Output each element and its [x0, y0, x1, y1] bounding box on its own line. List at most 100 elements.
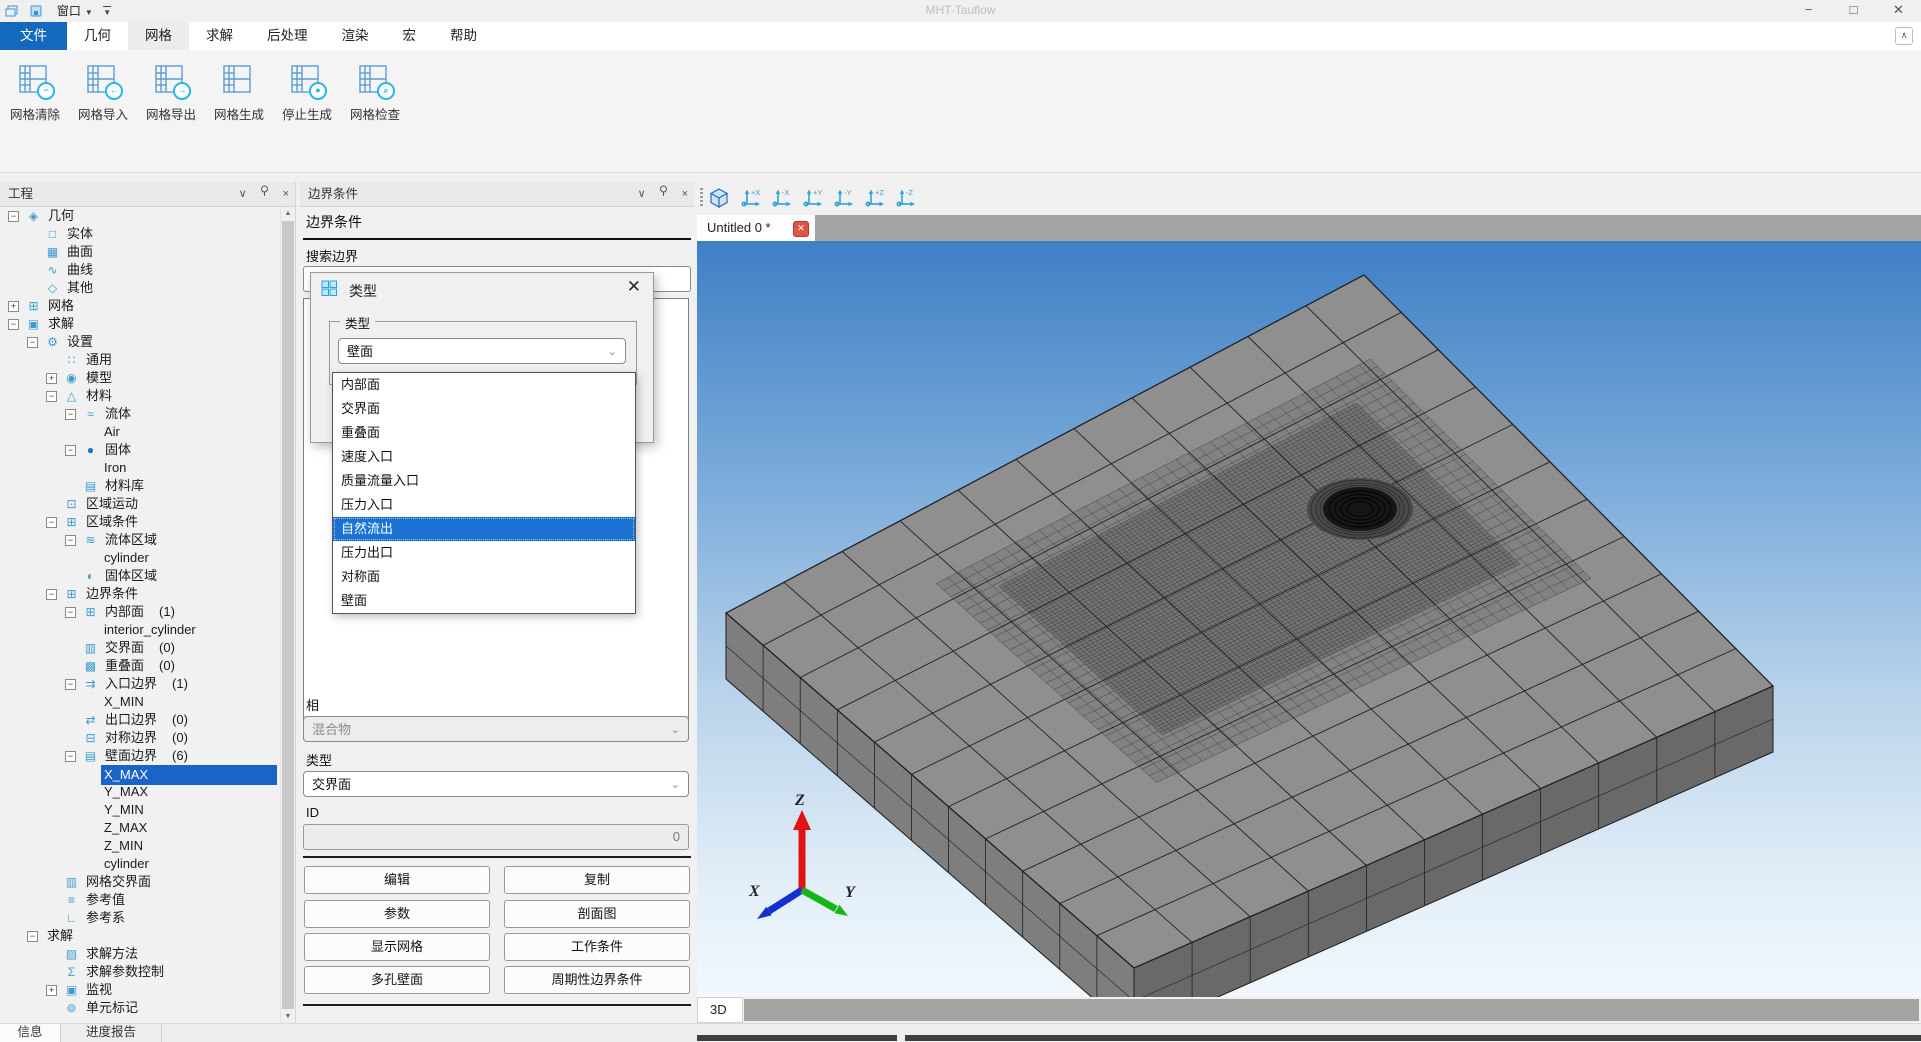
- tree-item[interactable]: ∿曲线: [0, 261, 281, 279]
- tree-item[interactable]: −▤壁面边界(6): [0, 747, 281, 765]
- type-dropdown[interactable]: 壁面 ⌄: [338, 338, 626, 364]
- tree-expander-minus[interactable]: −: [65, 535, 76, 546]
- toolbar-drag-handle[interactable]: [700, 188, 703, 208]
- tree-item[interactable]: ▥交界面(0): [0, 639, 281, 657]
- tree-item[interactable]: Y_MAX: [0, 783, 281, 801]
- tree-item[interactable]: ⇄出口边界(0): [0, 711, 281, 729]
- tree-item[interactable]: ∟参考系: [0, 909, 281, 927]
- tree-expander-minus[interactable]: −: [65, 751, 76, 762]
- 工作条件-button[interactable]: 工作条件: [504, 933, 690, 961]
- type-option[interactable]: 质量流量入口: [333, 469, 635, 493]
- minimize-button[interactable]: −: [1786, 0, 1831, 22]
- tree-item[interactable]: −⊞内部面(1): [0, 603, 281, 621]
- 网格清除-button[interactable]: −网格清除: [2, 64, 68, 123]
- panel-collapse-icon[interactable]: ∨: [638, 183, 646, 205]
- tree-item[interactable]: −⚙设置: [0, 333, 281, 351]
- menu-item-求解[interactable]: 求解: [189, 22, 250, 50]
- tree-item[interactable]: Z_MIN: [0, 837, 281, 855]
- tree-expander-minus[interactable]: −: [65, 409, 76, 420]
- tree-item[interactable]: Y_MIN: [0, 801, 281, 819]
- tree-expander-plus[interactable]: +: [46, 985, 57, 996]
- view-+Y-button[interactable]: +Y: [801, 186, 828, 214]
- tree-item[interactable]: ▩重叠面(0): [0, 657, 281, 675]
- tree-expander-minus[interactable]: −: [8, 211, 19, 222]
- tree-item[interactable]: −⊞区域条件: [0, 513, 281, 531]
- tree-item[interactable]: Iron: [0, 459, 281, 477]
- isometric-view-icon[interactable]: [707, 186, 731, 215]
- viewport-tab[interactable]: Untitled 0 * ✕: [697, 215, 815, 241]
- menu-item-文件[interactable]: 文件: [0, 22, 67, 50]
- type-option[interactable]: 交界面: [333, 397, 635, 421]
- tree-item[interactable]: ▨求解方法: [0, 945, 281, 963]
- 网格生成-button[interactable]: 网格生成: [206, 64, 272, 123]
- panel-close-icon[interactable]: ×: [283, 183, 289, 205]
- menu-item-网格[interactable]: 网格: [128, 22, 189, 50]
- scroll-down-icon[interactable]: ▼: [281, 1010, 295, 1023]
- tree-expander-minus[interactable]: −: [46, 391, 57, 402]
- type-option[interactable]: 自然流出: [333, 517, 635, 541]
- menu-item-宏[interactable]: 宏: [386, 22, 434, 50]
- 网格导出-button[interactable]: →网格导出: [138, 64, 204, 123]
- 停止生成-button[interactable]: ●停止生成: [274, 64, 340, 123]
- phase-combobox[interactable]: 混合物⌄: [303, 716, 689, 742]
- 编辑-button[interactable]: 编辑: [304, 866, 490, 894]
- 多孔壁面-button[interactable]: 多孔壁面: [304, 966, 490, 994]
- tree-item[interactable]: ⊚单元标记: [0, 999, 281, 1017]
- 复制-button[interactable]: 复制: [504, 866, 690, 894]
- type-option[interactable]: 壁面: [333, 589, 635, 613]
- type-option[interactable]: 对称面: [333, 565, 635, 589]
- panel-pin-icon[interactable]: [260, 183, 269, 205]
- render-canvas[interactable]: ZXY: [697, 241, 1921, 997]
- scrollbar-thumb[interactable]: [282, 221, 294, 1009]
- tree-item[interactable]: ∷通用: [0, 351, 281, 369]
- tree-item[interactable]: −◈几何: [0, 207, 281, 225]
- tree-expander-minus[interactable]: −: [27, 337, 38, 348]
- view--Z-button[interactable]: -Z: [894, 186, 921, 214]
- tree-item[interactable]: cylinder: [0, 855, 281, 873]
- view-3d-tab[interactable]: 3D: [697, 997, 743, 1023]
- tree-item[interactable]: ▦曲面: [0, 243, 281, 261]
- tree-item[interactable]: Air: [0, 423, 281, 441]
- tree-item[interactable]: □实体: [0, 225, 281, 243]
- horizontal-scrollbar[interactable]: [744, 999, 1919, 1021]
- id-field[interactable]: 0: [303, 824, 689, 850]
- menu-item-渲染[interactable]: 渲染: [325, 22, 386, 50]
- menu-item-后处理[interactable]: 后处理: [250, 22, 325, 50]
- tree-item[interactable]: ▥网格交界面: [0, 873, 281, 891]
- tree-expander-plus[interactable]: +: [8, 301, 19, 312]
- tree-item[interactable]: −求解: [0, 927, 281, 945]
- tree-item[interactable]: ⊟对称边界(0): [0, 729, 281, 747]
- view-+Z-button[interactable]: +Z: [863, 186, 890, 214]
- panel-collapse-icon[interactable]: ∨: [239, 183, 247, 205]
- 周期性边界条件-button[interactable]: 周期性边界条件: [504, 966, 690, 994]
- project-tree-scrollbar[interactable]: ▲ ▼: [280, 207, 295, 1023]
- tree-expander-minus[interactable]: −: [8, 319, 19, 330]
- tree-item[interactable]: ≡参考值: [0, 891, 281, 909]
- tree-expander-plus[interactable]: +: [46, 373, 57, 384]
- tree-expander-minus[interactable]: −: [65, 607, 76, 618]
- tab-info[interactable]: 信息: [0, 1024, 61, 1042]
- panel-pin-icon[interactable]: [659, 183, 668, 205]
- tree-item[interactable]: ▤材料库: [0, 477, 281, 495]
- type-option[interactable]: 压力出口: [333, 541, 635, 565]
- type-option[interactable]: 内部面: [333, 373, 635, 397]
- tree-item[interactable]: −△材料: [0, 387, 281, 405]
- tree-item[interactable]: Z_MAX: [0, 819, 281, 837]
- tree-item[interactable]: interior_cylinder: [0, 621, 281, 639]
- type-combobox[interactable]: 交界面⌄: [303, 771, 689, 797]
- tree-expander-minus[interactable]: −: [46, 517, 57, 528]
- tree-item[interactable]: +◉模型: [0, 369, 281, 387]
- maximize-button[interactable]: □: [1831, 0, 1876, 22]
- type-option[interactable]: 速度入口: [333, 445, 635, 469]
- view-+X-button[interactable]: +X: [739, 186, 766, 214]
- tree-item[interactable]: −●固体: [0, 441, 281, 459]
- tree-item[interactable]: +⊞网格: [0, 297, 281, 315]
- type-option[interactable]: 压力入口: [333, 493, 635, 517]
- tree-expander-minus[interactable]: −: [27, 931, 38, 942]
- tree-expander-minus[interactable]: −: [46, 589, 57, 600]
- dialog-close-icon[interactable]: ✕: [627, 277, 641, 297]
- tree-item[interactable]: −⇉入口边界(1): [0, 675, 281, 693]
- tree-item[interactable]: X_MAX: [0, 765, 281, 783]
- menu-item-几何[interactable]: 几何: [67, 22, 128, 50]
- close-button[interactable]: ✕: [1876, 0, 1921, 22]
